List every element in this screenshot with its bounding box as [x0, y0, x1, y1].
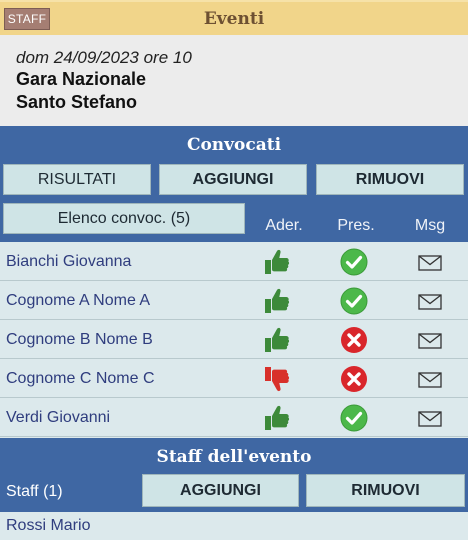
- message-envelope-icon[interactable]: [415, 325, 445, 355]
- staff-title: Staff dell'evento: [156, 447, 312, 467]
- remove-convocato-button[interactable]: RIMUOVI: [316, 164, 464, 195]
- convocato-row[interactable]: Cognome A Nome A: [0, 281, 468, 320]
- thumbs-up-icon[interactable]: [261, 403, 291, 433]
- convocato-name[interactable]: Cognome B Nome B: [6, 320, 153, 359]
- convocati-list-button[interactable]: Elenco convoc. (5): [3, 203, 245, 234]
- event-name-line1: Gara Nazionale: [16, 69, 147, 89]
- event-date: dom 24/09/2023 ore 10: [16, 48, 192, 67]
- remove-staff-button[interactable]: RIMUOVI: [306, 474, 465, 507]
- convocato-row[interactable]: Verdi Giovanni: [0, 398, 468, 437]
- convocato-name[interactable]: Bianchi Giovanna: [6, 242, 131, 281]
- convocati-title: Convocati: [186, 135, 282, 155]
- present-check-icon[interactable]: [339, 247, 369, 277]
- convocato-row[interactable]: Cognome B Nome B: [0, 320, 468, 359]
- staff-row[interactable]: Rossi Mario: [0, 512, 468, 540]
- absent-x-icon[interactable]: [339, 364, 369, 394]
- column-adhesion: Ader.: [265, 217, 303, 234]
- event-name-line2: Santo Stefano: [16, 92, 138, 112]
- convocato-row[interactable]: Bianchi Giovanna: [0, 242, 468, 281]
- column-presence: Pres.: [337, 217, 375, 234]
- add-convocato-button[interactable]: AGGIUNGI: [159, 164, 307, 195]
- thumbs-down-icon[interactable]: [261, 364, 291, 394]
- add-staff-button[interactable]: AGGIUNGI: [142, 474, 299, 507]
- absent-x-icon[interactable]: [339, 325, 369, 355]
- top-bar: Eventi STAFF: [0, 0, 468, 35]
- staff-badge[interactable]: STAFF: [4, 8, 50, 30]
- convocato-name[interactable]: Cognome C Nome C: [6, 359, 155, 398]
- message-envelope-icon[interactable]: [415, 247, 445, 277]
- present-check-icon[interactable]: [339, 403, 369, 433]
- message-envelope-icon[interactable]: [415, 364, 445, 394]
- convocato-name[interactable]: Cognome A Nome A: [6, 281, 150, 320]
- thumbs-up-icon[interactable]: [261, 247, 291, 277]
- convocato-row[interactable]: Cognome C Nome C: [0, 359, 468, 398]
- present-check-icon[interactable]: [339, 286, 369, 316]
- staff-count-label: Staff (1): [6, 483, 63, 500]
- event-info: dom 24/09/2023 ore 10 Gara Nazionale San…: [0, 35, 468, 126]
- thumbs-up-icon[interactable]: [261, 286, 291, 316]
- thumbs-up-icon[interactable]: [261, 325, 291, 355]
- staff-member-name[interactable]: Rossi Mario: [6, 512, 90, 540]
- page-title: Eventi: [203, 9, 265, 29]
- message-envelope-icon[interactable]: [415, 403, 445, 433]
- results-button[interactable]: RISULTATI: [3, 164, 151, 195]
- message-envelope-icon[interactable]: [415, 286, 445, 316]
- column-message: Msg: [414, 217, 446, 234]
- convocato-name[interactable]: Verdi Giovanni: [6, 398, 110, 437]
